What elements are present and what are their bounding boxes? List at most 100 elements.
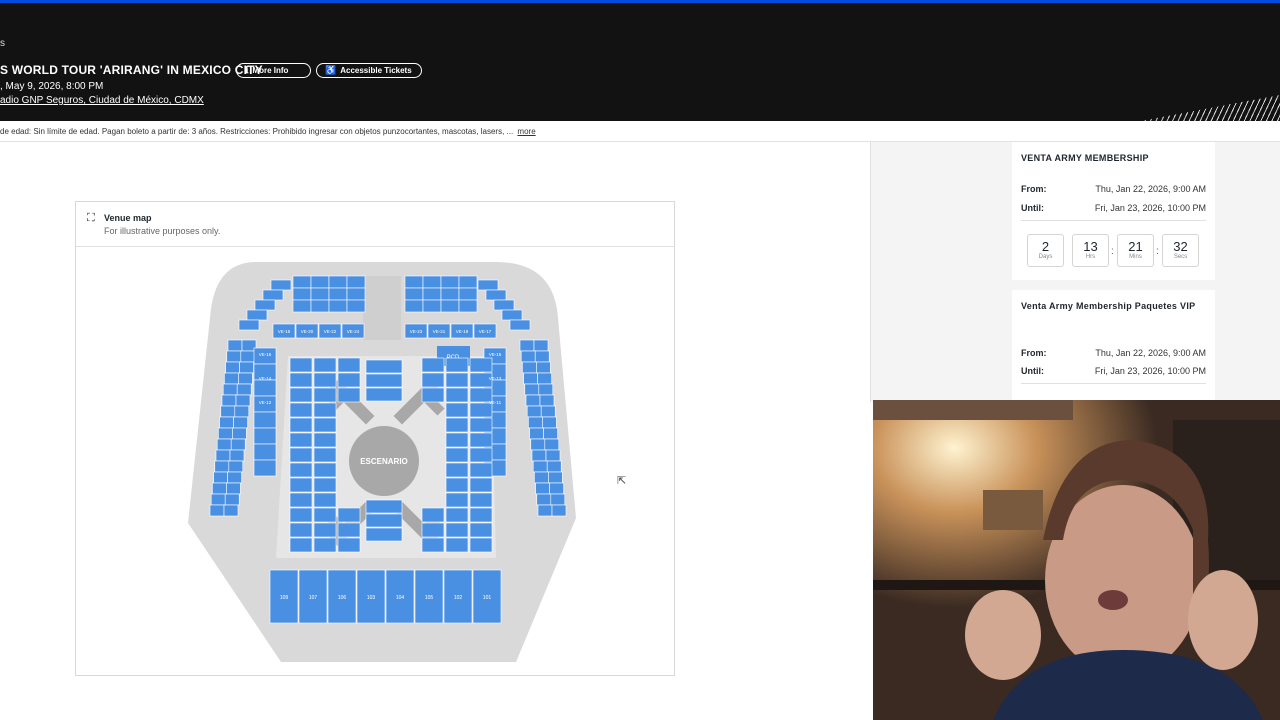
seat-section[interactable] xyxy=(226,350,242,363)
seat-section[interactable] xyxy=(422,299,442,313)
floor-section[interactable] xyxy=(469,462,493,478)
floor-section[interactable] xyxy=(289,537,313,553)
seat-section[interactable] xyxy=(346,287,366,301)
seat-section[interactable] xyxy=(529,427,544,440)
floor-section[interactable] xyxy=(289,447,313,463)
seat-section[interactable] xyxy=(522,361,537,374)
seat-section[interactable] xyxy=(218,427,233,440)
seat-section[interactable] xyxy=(536,361,551,374)
seat-section[interactable] xyxy=(228,460,244,473)
floor-section[interactable] xyxy=(313,477,337,493)
ve-section[interactable] xyxy=(253,379,277,397)
floor-section[interactable] xyxy=(469,507,493,523)
floor-section[interactable] xyxy=(469,477,493,493)
floor-section[interactable] xyxy=(421,537,445,553)
seat-section[interactable] xyxy=(215,449,231,462)
seat-section[interactable] xyxy=(229,449,245,462)
seat-section[interactable] xyxy=(533,339,549,352)
seat-section[interactable] xyxy=(240,350,256,363)
seat-section[interactable] xyxy=(310,275,330,289)
floor-section[interactable] xyxy=(469,522,493,538)
floor-section[interactable] xyxy=(445,477,469,493)
seat-section[interactable] xyxy=(310,299,330,313)
seat-section[interactable] xyxy=(238,319,260,331)
floor-section[interactable] xyxy=(313,402,337,418)
seat-section[interactable] xyxy=(422,275,442,289)
floor-section[interactable] xyxy=(445,522,469,538)
floor-section[interactable] xyxy=(445,432,469,448)
seat-section[interactable] xyxy=(440,275,460,289)
seat-section[interactable] xyxy=(214,460,230,473)
floor-section[interactable] xyxy=(313,357,337,373)
seat-section[interactable] xyxy=(220,405,236,418)
floor-section[interactable] xyxy=(469,447,493,463)
floor-section[interactable] xyxy=(469,492,493,508)
floor-section[interactable] xyxy=(445,537,469,553)
seat-section[interactable] xyxy=(546,460,562,473)
seat-section[interactable] xyxy=(534,471,549,484)
seat-section[interactable] xyxy=(213,471,228,484)
seat-section[interactable] xyxy=(536,493,552,506)
floor-section[interactable] xyxy=(365,499,403,514)
floor-section[interactable] xyxy=(313,417,337,433)
seat-section[interactable] xyxy=(238,372,253,385)
floor-section[interactable] xyxy=(445,447,469,463)
floor-section[interactable] xyxy=(469,402,493,418)
seat-section[interactable] xyxy=(223,504,239,517)
floor-section[interactable] xyxy=(289,432,313,448)
floor-section[interactable] xyxy=(337,507,361,523)
seat-section[interactable] xyxy=(310,287,330,301)
floor-section[interactable] xyxy=(445,402,469,418)
floor-section[interactable] xyxy=(313,432,337,448)
floor-section[interactable] xyxy=(421,522,445,538)
seat-section[interactable] xyxy=(543,427,558,440)
seat-section[interactable] xyxy=(404,299,424,313)
seat-section[interactable] xyxy=(404,275,424,289)
floor-section[interactable] xyxy=(337,357,361,373)
seat-section[interactable] xyxy=(485,289,507,301)
floor-section[interactable] xyxy=(289,357,313,373)
floor-section[interactable] xyxy=(365,513,403,528)
ve-section[interactable] xyxy=(253,411,277,429)
floor-section[interactable] xyxy=(337,387,361,403)
seat-section[interactable] xyxy=(226,482,241,495)
seat-section[interactable] xyxy=(528,416,543,429)
seat-section[interactable] xyxy=(233,416,248,429)
floor-section[interactable] xyxy=(289,402,313,418)
floor-section[interactable] xyxy=(289,387,313,403)
seat-section[interactable] xyxy=(548,471,563,484)
seat-section[interactable] xyxy=(234,405,250,418)
floor-section[interactable] xyxy=(313,447,337,463)
venue-map-svg[interactable]: ESCENARIO PCD 109107106103104105102101 V… xyxy=(76,248,674,676)
seat-section[interactable] xyxy=(493,299,515,311)
seat-section[interactable] xyxy=(501,309,523,321)
floor-section[interactable] xyxy=(313,387,337,403)
seat-section[interactable] xyxy=(209,504,225,517)
seat-section[interactable] xyxy=(526,405,542,418)
seat-section[interactable] xyxy=(544,438,560,451)
floor-section[interactable] xyxy=(421,357,445,373)
floor-section[interactable] xyxy=(445,507,469,523)
seat-section[interactable] xyxy=(458,275,478,289)
sale-card-army-membership[interactable]: VENTA ARMY MEMBERSHIP From: Thu, Jan 22,… xyxy=(1012,142,1215,280)
seat-section[interactable] xyxy=(440,287,460,301)
seat-section[interactable] xyxy=(538,383,554,396)
floor-section[interactable] xyxy=(445,357,469,373)
seat-section[interactable] xyxy=(227,471,242,484)
seat-section[interactable] xyxy=(458,299,478,313)
seat-section[interactable] xyxy=(236,383,252,396)
seat-section[interactable] xyxy=(422,287,442,301)
accessible-tickets-button[interactable]: ♿ Accessible Tickets xyxy=(316,63,422,78)
seat-section[interactable] xyxy=(523,372,538,385)
seat-section[interactable] xyxy=(545,449,561,462)
seat-section[interactable] xyxy=(346,275,366,289)
seat-section[interactable] xyxy=(346,299,366,313)
floor-section[interactable] xyxy=(469,537,493,553)
seat-section[interactable] xyxy=(210,493,226,506)
floor-section[interactable] xyxy=(313,507,337,523)
seat-section[interactable] xyxy=(549,482,564,495)
seat-section[interactable] xyxy=(212,482,227,495)
seat-section[interactable] xyxy=(509,319,531,331)
breadcrumb[interactable]: s xyxy=(0,38,5,49)
ve-section[interactable] xyxy=(253,427,277,445)
